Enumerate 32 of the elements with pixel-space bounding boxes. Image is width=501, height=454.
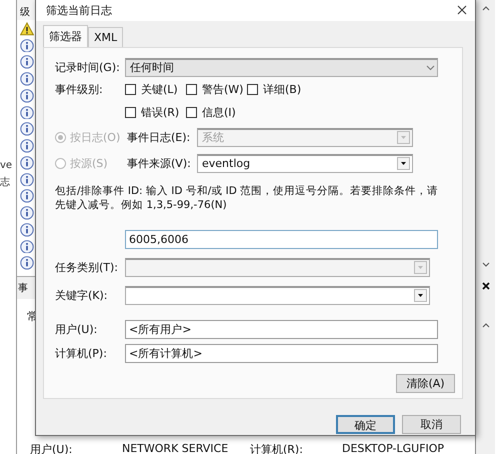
level-checkbox[interactable]: 详细(B) [247,82,308,97]
field-label: 事件级别: [55,82,104,97]
side-text: ve [0,160,14,171]
level-checkbox[interactable]: 信息(I) [186,105,247,120]
ok-button[interactable]: 确定 [336,415,395,434]
field-label: 事件来源(V): [127,156,192,170]
field-label: 事件日志(E): [127,130,192,144]
field-label: 用户(U): [55,322,98,336]
field-label: 计算机(P): [55,346,108,360]
level-checkbox[interactable]: 错误(R) [125,105,186,120]
event-id-field[interactable]: 6005,6006 [125,230,438,248]
clear-button[interactable]: 清除(A) [396,374,455,392]
cancel-button[interactable]: 取消 [402,415,461,434]
computer-field[interactable]: <所有计算机> [125,344,438,362]
tab[interactable]: XML [88,27,124,47]
time-dropdown[interactable]: 任何时间 [125,58,438,76]
level-checkbox[interactable]: 关键(L) [125,82,186,97]
window-title: 筛选当前日志 [46,2,112,18]
close-icon[interactable] [457,5,467,15]
id-help-text: 包括/排除事件 ID: 输入 ID 号和/或 ID 范围，使用逗号分隔。若要排除条件，请先键入减号。例如 1,3,5-99,-76(N) [55,184,440,212]
detail-value: DESKTOP-LGUFIOP [342,442,446,454]
field-label: 任务类别(T): [55,260,120,274]
detail-value: NETWORK SERVICE [122,442,230,454]
field-label: 记录时间(G): [55,60,121,74]
field-label: 关键字(K): [55,288,109,302]
close-icon[interactable] [480,281,490,291]
radio-dot-icon [58,134,63,140]
level-checkbox[interactable]: 警告(W) [186,82,247,97]
user-field[interactable]: <所有用户> [125,320,438,338]
side-text: 志 [0,176,11,189]
tab[interactable]: 筛选器 [43,25,88,47]
warning-icon [20,22,34,36]
